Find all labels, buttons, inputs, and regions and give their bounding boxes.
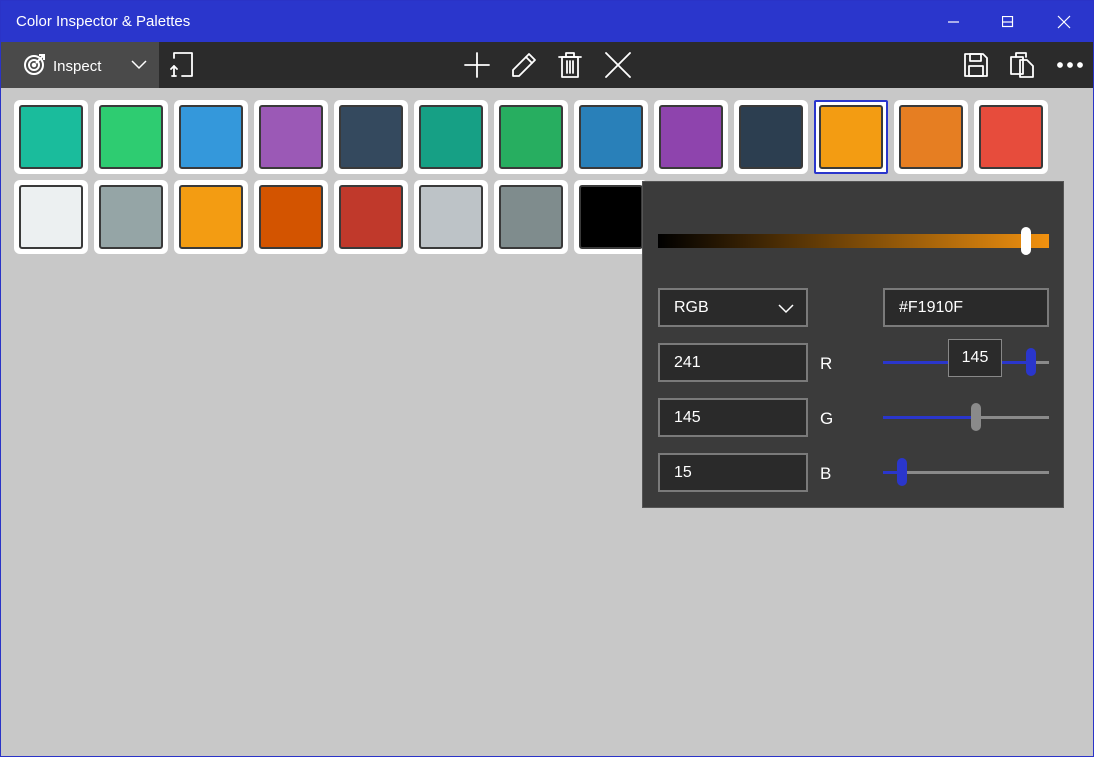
save-button[interactable] <box>953 42 999 88</box>
swatch-color <box>179 185 243 249</box>
channel-label: G <box>820 409 834 428</box>
minimize-btn[interactable] <box>931 1 977 42</box>
channel-g-input[interactable]: 145 <box>658 398 808 437</box>
swatch-color <box>99 105 163 169</box>
channel-value: 145 <box>674 408 701 426</box>
close-x-icon <box>605 52 631 78</box>
slider-value-tooltip: 145 <box>948 339 1002 377</box>
channel-value: 241 <box>674 353 701 371</box>
color-swatch[interactable] <box>494 180 568 254</box>
swatch-color <box>259 185 323 249</box>
color-swatch[interactable] <box>654 100 728 174</box>
add-icon <box>464 52 490 78</box>
channel-slider-thumb[interactable] <box>971 403 982 431</box>
color-swatch[interactable] <box>254 100 328 174</box>
color-swatch[interactable] <box>334 100 408 174</box>
channel-slider-thumb[interactable] <box>1025 348 1036 376</box>
command-bar: Inspect <box>1 42 1093 88</box>
mode-label: Inspect <box>53 58 102 75</box>
channel-b-input[interactable]: 15 <box>658 453 808 492</box>
color-swatch[interactable] <box>814 100 888 174</box>
channel-r-input[interactable]: 241 <box>658 343 808 382</box>
channel-slider-thumb[interactable] <box>896 458 907 486</box>
color-swatch[interactable] <box>494 100 568 174</box>
color-swatch[interactable] <box>14 180 88 254</box>
color-swatch[interactable] <box>94 180 168 254</box>
mode-dropdown[interactable]: Inspect <box>1 42 159 88</box>
swatch-color <box>179 105 243 169</box>
channel-slider-fill <box>883 416 977 419</box>
maximize-icon <box>1002 15 1014 27</box>
window-title: Color Inspector & Palettes <box>16 13 191 30</box>
more-icon <box>1057 62 1083 68</box>
delete-color-button[interactable] <box>547 42 593 88</box>
color-swatch[interactable] <box>574 100 648 174</box>
color-swatch[interactable] <box>414 100 488 174</box>
clear-button[interactable] <box>595 42 641 88</box>
color-swatch[interactable] <box>734 100 808 174</box>
swatch-color <box>259 105 323 169</box>
tooltip-value: 145 <box>961 349 989 366</box>
channel-value: 15 <box>674 463 692 481</box>
hex-value: #F1910F <box>899 298 964 316</box>
swatch-color <box>19 105 83 169</box>
swatch-color <box>819 105 883 169</box>
add-color-button[interactable] <box>454 42 500 88</box>
color-swatch[interactable] <box>334 180 408 254</box>
close-window-icon <box>1057 15 1071 28</box>
color-swatch[interactable] <box>94 100 168 174</box>
color-mode-dropdown[interactable]: RGB <box>658 288 808 327</box>
color-mode-value: RGB <box>674 298 709 316</box>
chevron-down-icon <box>131 60 147 70</box>
app-window: Color Inspector & Palettes Inspect RGB #… <box>0 0 1094 757</box>
title-bar: Color Inspector & Palettes <box>1 1 1093 42</box>
minimize-icon <box>948 20 959 23</box>
close-window-button[interactable] <box>1041 1 1087 42</box>
color-swatch[interactable] <box>574 180 648 254</box>
alpha-slider-thumb[interactable] <box>1020 227 1031 255</box>
swatch-color <box>419 185 483 249</box>
swatch-color <box>19 185 83 249</box>
more-button[interactable] <box>1047 42 1093 88</box>
copy-button[interactable] <box>999 42 1045 88</box>
color-swatch[interactable] <box>14 100 88 174</box>
color-swatch[interactable] <box>174 180 248 254</box>
swatch-color <box>979 105 1043 169</box>
channel-label: B <box>820 464 832 483</box>
chevron-down-icon <box>778 304 794 314</box>
color-swatch[interactable] <box>894 100 968 174</box>
maximize-button[interactable] <box>985 1 1031 42</box>
save-icon <box>964 53 988 77</box>
color-swatch[interactable] <box>974 100 1048 174</box>
edit-color-button[interactable] <box>501 42 547 88</box>
swatch-color <box>579 105 643 169</box>
channel-label: R <box>820 354 833 373</box>
edit-pencil-icon <box>512 53 536 77</box>
delete-trash-icon <box>558 52 582 78</box>
color-swatch[interactable] <box>414 180 488 254</box>
color-swatch[interactable] <box>254 180 328 254</box>
hex-input[interactable]: #F1910F <box>883 288 1049 327</box>
swatch-color <box>99 185 163 249</box>
swatch-color <box>499 105 563 169</box>
inspect-target-icon <box>24 54 45 75</box>
crop-export-icon <box>170 52 193 77</box>
swatch-color <box>339 105 403 169</box>
swatch-color <box>899 105 963 169</box>
swatch-color <box>579 185 643 249</box>
channel-slider-track[interactable] <box>883 471 1049 474</box>
color-editor-panel: RGB #F1910F 241 R 145 G 15 B 145 <box>642 181 1064 508</box>
swatch-color <box>739 105 803 169</box>
alpha-slider-track[interactable] <box>658 234 1049 248</box>
swatch-color <box>499 185 563 249</box>
swatch-color <box>339 185 403 249</box>
copy-icon <box>1010 52 1034 78</box>
swatch-color <box>659 105 723 169</box>
swatch-color <box>419 105 483 169</box>
export-button[interactable] <box>159 42 205 88</box>
color-swatch[interactable] <box>174 100 248 174</box>
